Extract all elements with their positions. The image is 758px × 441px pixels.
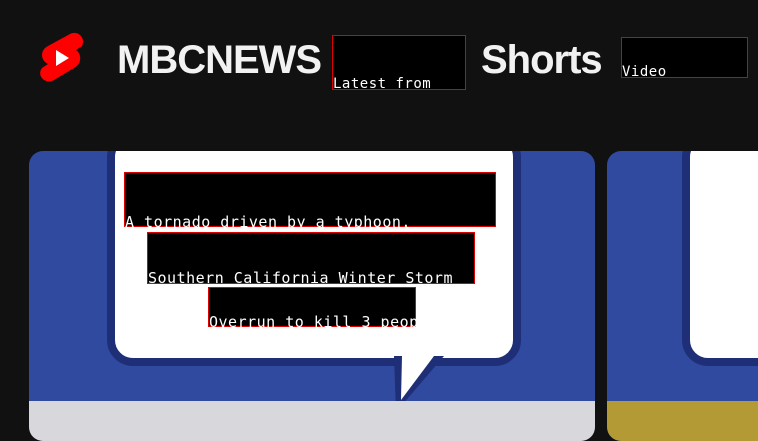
thumbnail-photo <box>607 401 758 441</box>
channel-header: MBCNEWS Latest from Shorts Video <box>0 0 758 130</box>
shorts-title: Shorts <box>481 38 603 82</box>
thumbnail-photo <box>29 401 595 441</box>
youtube-shorts-icon <box>40 32 84 82</box>
caption-line: A tornado driven by a typhoon. <box>125 213 411 231</box>
caption-line: Overrun to kill 3 people <box>209 313 438 331</box>
short-video-card[interactable] <box>607 151 758 441</box>
speech-bubble <box>682 151 758 366</box>
channel-name: MBCNEWS <box>117 38 322 82</box>
latest-from-label: Latest from <box>333 76 432 92</box>
caption-line: Southern California Winter Storm <box>148 269 453 287</box>
video-label: Video <box>622 64 667 80</box>
